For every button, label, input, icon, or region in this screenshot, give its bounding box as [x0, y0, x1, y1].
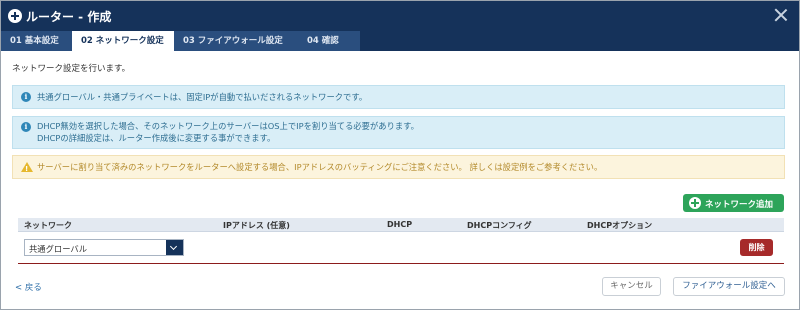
close-icon[interactable] — [773, 7, 789, 23]
cancel-button[interactable]: キャンセル — [602, 277, 661, 296]
info-alert-fixed-ip: i 共通グローバル・共通プライベートは、固定IPが自動で払いだされるネットワーク… — [12, 85, 785, 109]
add-network-button[interactable]: ネットワーク追加 — [683, 194, 784, 212]
warning-icon: ! — [21, 162, 33, 173]
column-dhcp: DHCP — [387, 220, 413, 229]
next-to-firewall-button[interactable]: ファイアウォール設定へ — [673, 277, 785, 296]
info-alert-text-line2: DHCPの詳細設定は、ルーター作成後に変更する事ができます。 — [37, 133, 276, 143]
dialog-titlebar: ルーター - 作成 — [1, 1, 799, 31]
info-alert-text-line1: DHCP無効を選択した場合、そのネットワーク上のサーバーはOS上でIPを割り当て… — [37, 121, 419, 131]
column-network: ネットワーク — [24, 221, 72, 230]
tab-firewall-settings[interactable]: 03 ファイアウォール設定 — [174, 31, 298, 51]
tab-network-settings[interactable]: 02 ネットワーク設定 — [72, 31, 174, 51]
delete-row-button[interactable]: 削除 — [740, 239, 773, 256]
warning-alert-text: サーバーに割り当て済みのネットワークをルーターへ設定する場合、IPアドレスのバッ… — [37, 162, 603, 172]
tab-basic-settings[interactable]: 01 基本設定 — [1, 31, 72, 51]
warning-alert: ! サーバーに割り当て済みのネットワークをルーターへ設定する場合、IPアドレスの… — [12, 155, 785, 179]
chevron-down-icon[interactable] — [166, 240, 183, 255]
dialog-title: ルーター - 作成 — [26, 10, 112, 24]
step-tabs: 01 基本設定 02 ネットワーク設定 03 ファイアウォール設定 04 確認 — [1, 31, 799, 51]
info-alert-text: 共通グローバル・共通プライベートは、固定IPが自動で払いだされるネットワークです… — [37, 92, 368, 102]
add-network-label: ネットワーク追加 — [705, 200, 774, 210]
info-alert-dhcp: i DHCP無効を選択した場合、そのネットワーク上のサーバーはOS上でIPを割り… — [12, 116, 785, 149]
back-link[interactable]: < 戻る — [15, 281, 42, 293]
intro-text: ネットワーク設定を行います。 — [12, 64, 131, 74]
info-icon: i — [21, 122, 31, 132]
info-icon: i — [21, 92, 31, 102]
router-create-dialog: ルーター - 作成 01 基本設定 02 ネットワーク設定 03 ファイアウォー… — [0, 0, 800, 310]
column-ip-address: IPアドレス (任意) — [223, 221, 290, 230]
network-table: ネットワーク IPアドレス (任意) DHCP DHCPコンフィグ DHCPオプ… — [18, 218, 784, 264]
column-dhcp-option: DHCPオプション — [587, 221, 653, 230]
plus-circle-icon — [8, 9, 22, 23]
network-select[interactable]: 共通グローバル — [24, 239, 184, 256]
table-header: ネットワーク IPアドレス (任意) DHCP DHCPコンフィグ DHCPオプ… — [18, 218, 784, 232]
column-dhcp-config: DHCPコンフィグ — [467, 221, 532, 230]
plus-circle-icon — [689, 197, 701, 209]
tab-confirm[interactable]: 04 確認 — [298, 31, 360, 51]
network-select-value: 共通グローバル — [29, 244, 87, 254]
